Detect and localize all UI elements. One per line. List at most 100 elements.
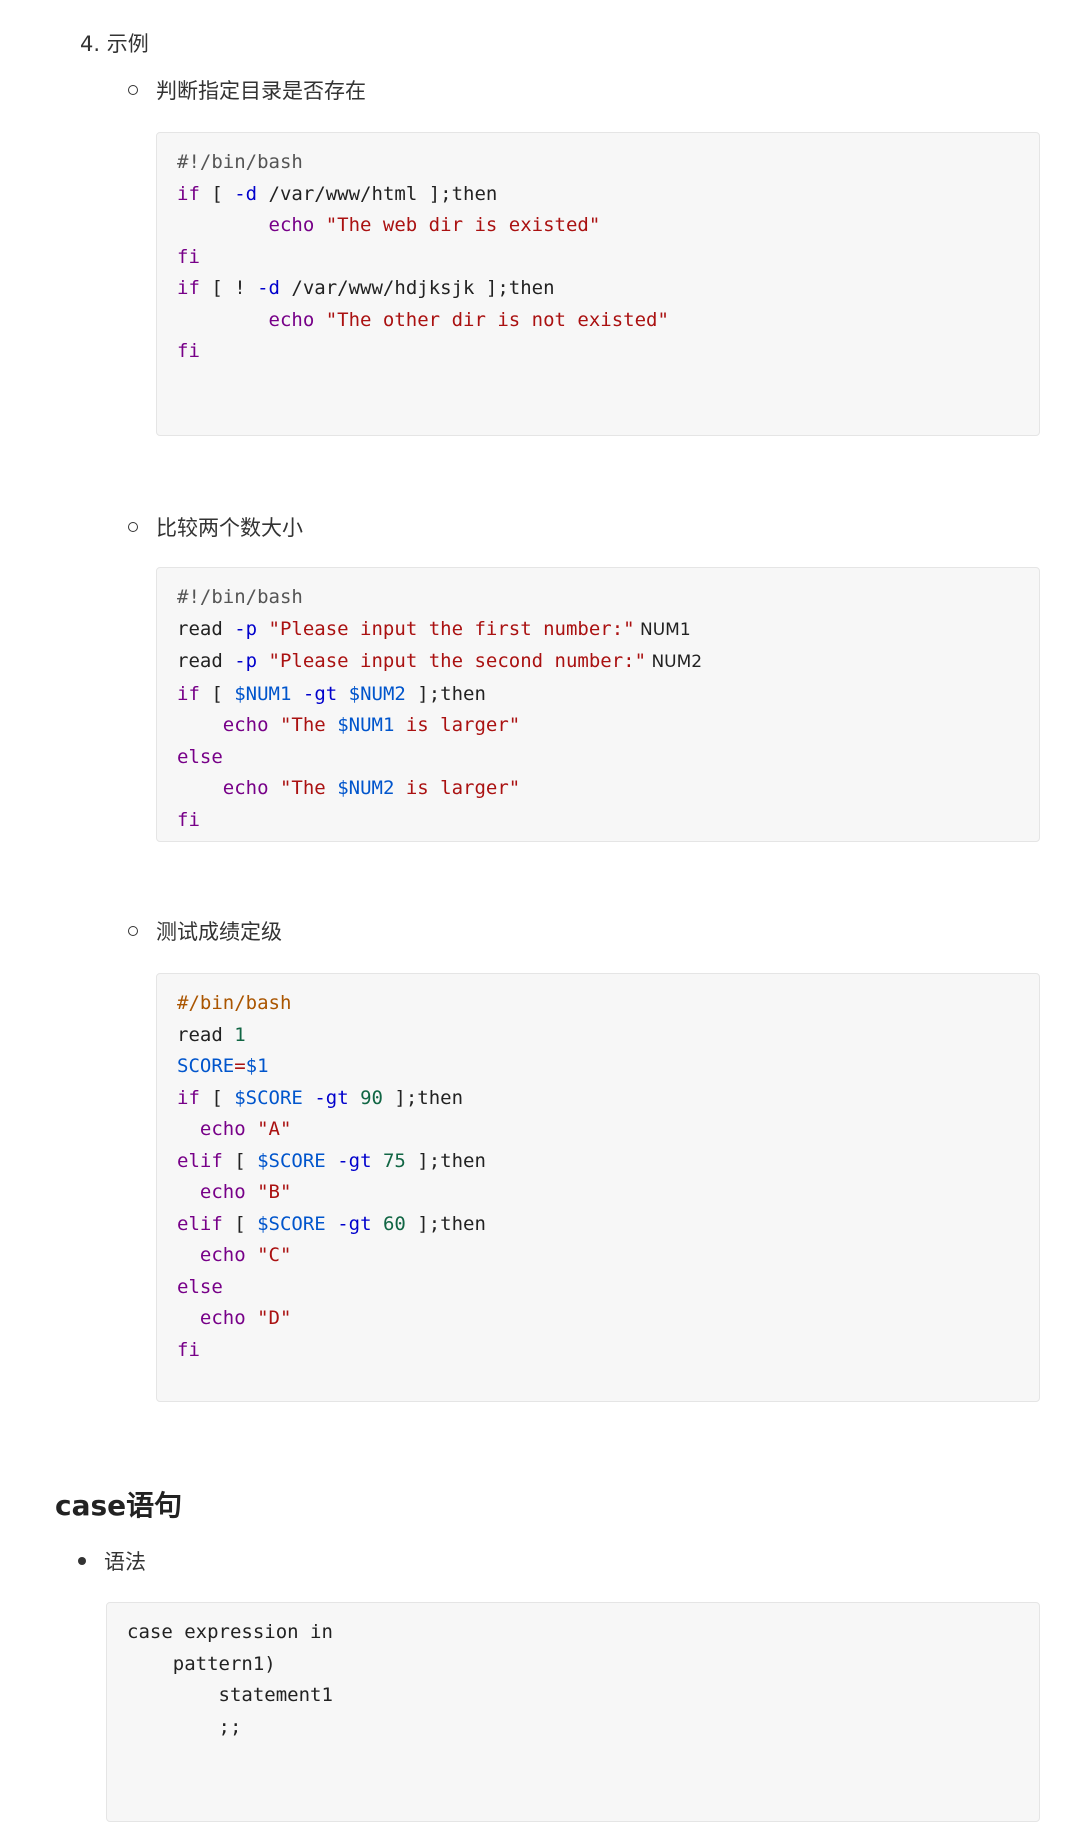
code-token: -gt [337, 1149, 372, 1172]
code-line: #/bin/bash [177, 988, 1019, 1020]
code-line: SCORE=$1 [177, 1051, 1019, 1083]
code-token: -d [257, 277, 280, 299]
code-line: else [177, 742, 1019, 774]
code-token: [ [199, 1086, 235, 1109]
code-line: else [177, 1272, 1019, 1304]
code-line: if [ -d /var/www/html ];then [177, 179, 1019, 211]
code-token: -p [234, 650, 258, 672]
code-token: $NUM1 [234, 682, 292, 705]
code-line: echo "The web dir is existed" [177, 210, 1019, 242]
code-line: if [ $NUM1 -gt $NUM2 ];then [177, 679, 1019, 711]
code-line: echo "C" [177, 1240, 1019, 1272]
code-token: = [234, 1055, 246, 1077]
code-token: -gt [314, 1086, 349, 1109]
code-token: 60 [382, 1212, 406, 1235]
example-title-text: 比较两个数大小 [156, 516, 303, 540]
code-token: $NUM2 [337, 777, 395, 799]
code-token: [ [222, 1212, 258, 1235]
example-2-title: 比较两个数大小 [128, 512, 303, 542]
code-line: echo "B" [177, 1177, 1019, 1209]
code-token: [ [199, 182, 235, 205]
circle-bullet-icon [128, 926, 138, 936]
code-token: ];then [405, 1212, 486, 1235]
code-token: if [177, 1086, 200, 1109]
code-line: statement1 [127, 1680, 1019, 1712]
code-token: fi [177, 808, 200, 831]
code-token: case expression in [127, 1621, 333, 1643]
code-line [177, 368, 1019, 400]
disc-bullet-icon [78, 1557, 86, 1565]
code-line: if [ $SCORE -gt 90 ];then [177, 1083, 1019, 1115]
code-token: [ ! [199, 277, 258, 299]
code-token: /var/www/hdjksjk ];then [279, 277, 555, 299]
code-token: $SCORE [234, 1086, 303, 1109]
code-line: if [ ! -d /var/www/hdjksjk ];then [177, 273, 1019, 305]
code-token: "The web dir is existed" [325, 214, 601, 236]
example-title-text: 测试成绩定级 [156, 920, 282, 944]
code-line: case expression in [127, 1617, 1019, 1649]
code-token: 90 [360, 1086, 383, 1109]
code-token: else [177, 1275, 223, 1298]
code-token: read [177, 1023, 235, 1046]
code-token: ;; [127, 1715, 242, 1738]
code-token: ];then [382, 1086, 464, 1109]
example-title-text: 判断指定目录是否存在 [156, 79, 366, 103]
code-token: read [177, 617, 235, 640]
code-token: fi [177, 1338, 200, 1361]
code-token: "The [279, 714, 338, 736]
code-token: echo [222, 714, 269, 736]
code-token: "Please input the first number:" [268, 617, 635, 640]
code-token: echo [199, 1244, 246, 1266]
code-token: #/bin/bash [177, 992, 292, 1014]
code-token: 1 [234, 1023, 246, 1046]
code-line: fi [177, 242, 1019, 274]
code-line [127, 1743, 1019, 1775]
syntax-item: 语法 [78, 1546, 146, 1576]
code-token: elif [177, 1212, 223, 1235]
code-token: fi [177, 245, 200, 268]
code-line [177, 399, 1019, 431]
code-token: /var/www/html ];then [257, 182, 498, 205]
code-token: "C" [257, 1244, 292, 1266]
circle-bullet-icon [128, 522, 138, 532]
code-block-2: #!/bin/bash read -p "Please input the fir… [156, 567, 1040, 842]
code-line: pattern1) [127, 1649, 1019, 1681]
code-line: echo "A" [177, 1114, 1019, 1146]
code-token: $NUM1 [337, 714, 395, 736]
code-token: NUM2 [646, 652, 703, 672]
code-line: #!/bin/bash [177, 582, 1019, 614]
code-line: ;; [127, 1712, 1019, 1744]
example-1-title: 判断指定目录是否存在 [128, 75, 366, 105]
list-item-examples: 4. 示例 [80, 32, 149, 56]
code-token: else [177, 745, 223, 768]
code-token: -d [234, 182, 258, 205]
code-token: -gt [337, 1212, 372, 1235]
code-token: [ [199, 682, 235, 705]
code-line [127, 1775, 1019, 1807]
code-line: read -p "Please input the first number:"… [177, 614, 1019, 647]
code-token: read [177, 650, 235, 672]
code-token: "B" [257, 1181, 292, 1203]
code-token: echo [199, 1307, 246, 1329]
code-line: read -p "Please input the second number:… [177, 646, 1019, 679]
code-line: read 1 [177, 1020, 1019, 1052]
code-token: #!/bin/bash [177, 586, 303, 608]
circle-bullet-icon [128, 85, 138, 95]
